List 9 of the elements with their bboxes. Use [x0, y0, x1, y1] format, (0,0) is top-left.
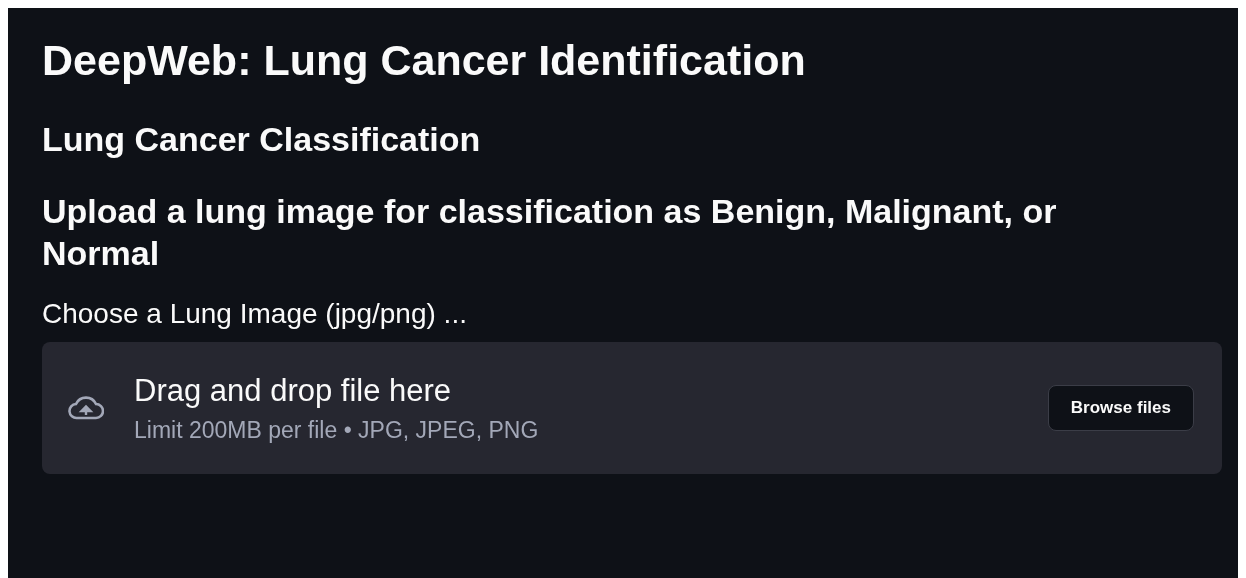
dropzone-prompt: Drag and drop file here [134, 372, 453, 409]
subtitle: Lung Cancer Classification [42, 119, 482, 160]
cloud-upload-icon [68, 394, 104, 422]
file-limit-hint: Limit 200MB per file • JPG, JPEG, PNG [134, 416, 540, 444]
file-dropzone[interactable]: Drag and drop file here Limit 200MB per file • JPG, JPEG, PNG Browse files [42, 342, 1222, 474]
browse-files-button[interactable]: Browse files [1047, 385, 1194, 431]
heading: Upload a lung image for classification as Benign, Malignant, or Normal [42, 191, 1058, 274]
uploader-label: Choose a Lung Image (jpg/png) ... [42, 297, 468, 331]
page-title: DeepWeb: Lung Cancer Identification [42, 35, 807, 86]
